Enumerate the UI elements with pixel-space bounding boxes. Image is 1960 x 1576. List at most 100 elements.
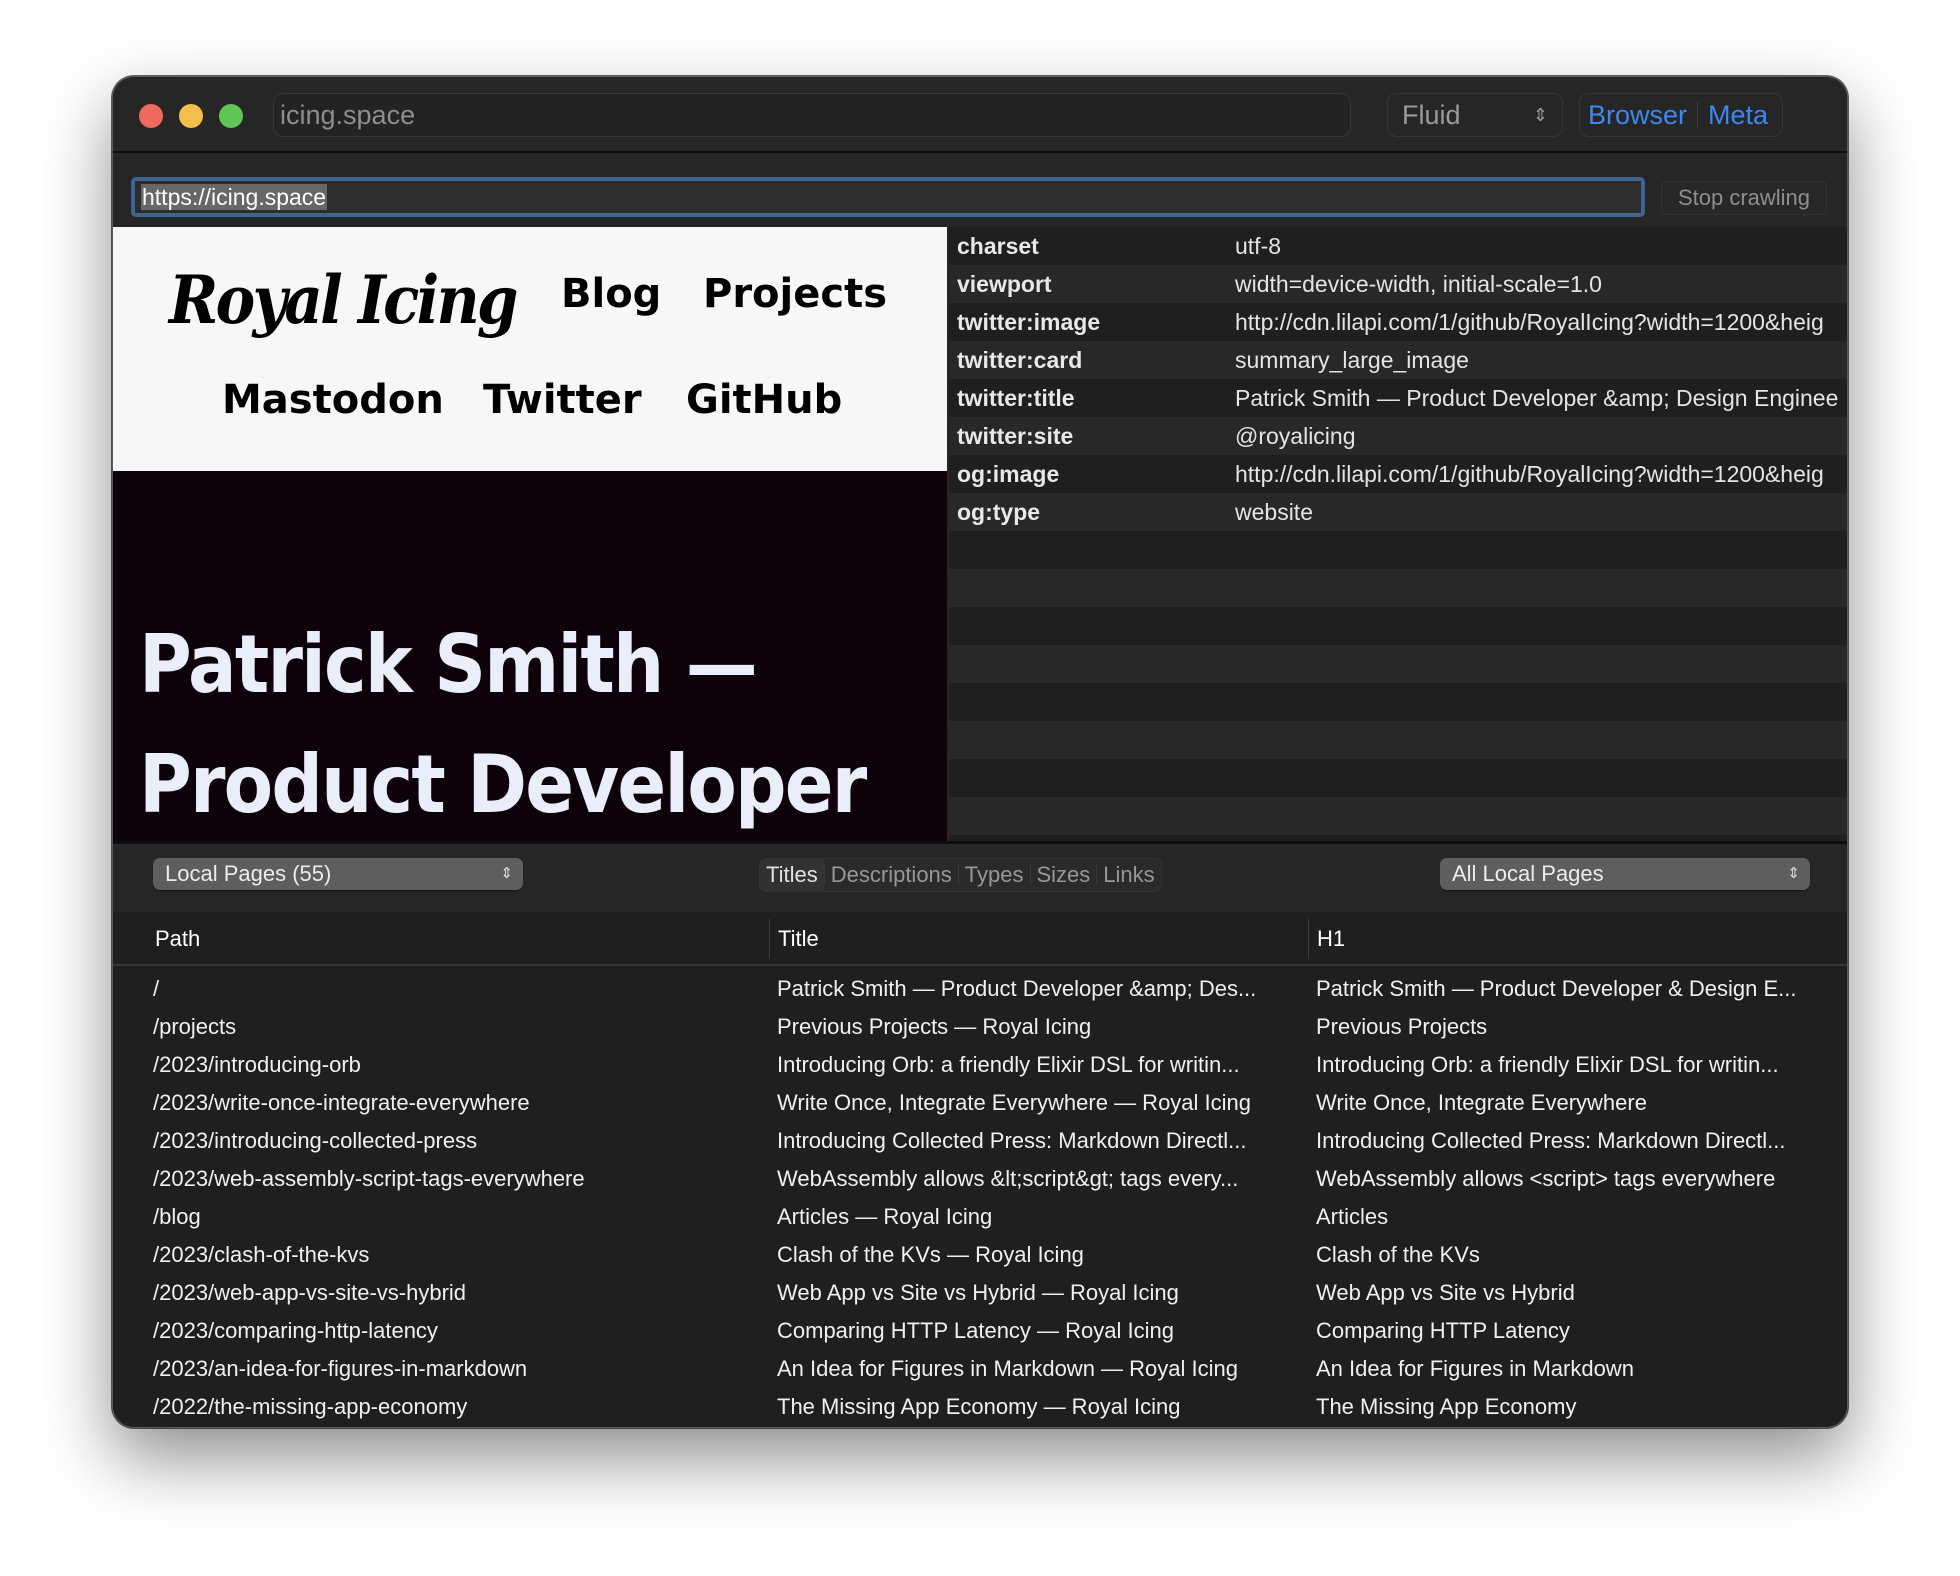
pages-select[interactable]: Local Pages (55) ⇕ xyxy=(153,858,523,890)
tab-sizes[interactable]: Sizes xyxy=(1031,859,1097,891)
meta-table: charset utf-8 viewport width=device-width, … xyxy=(949,227,1847,841)
meta-row[interactable] xyxy=(949,797,1847,835)
meta-row[interactable]: charset utf-8 xyxy=(949,227,1847,265)
table-row[interactable]: /2023/web-assembly-script-tags-everywher… xyxy=(113,1160,1847,1198)
meta-row[interactable] xyxy=(949,531,1847,569)
table-row[interactable]: /blog Articles — Royal Icing Articles xyxy=(113,1198,1847,1236)
path-cell: /2023/comparing-http-latency xyxy=(153,1318,438,1343)
tab-descriptions[interactable]: Descriptions xyxy=(825,859,958,891)
browser-preview: Royal Icing Blog Projects Mastodon Twitt… xyxy=(113,227,947,841)
tab-links[interactable]: Links xyxy=(1097,859,1160,891)
h1-cell: Web App vs Site vs Hybrid xyxy=(1316,1280,1575,1305)
nav-link-blog[interactable]: Blog xyxy=(561,271,661,317)
nav-link-projects[interactable]: Projects xyxy=(703,271,887,317)
meta-row[interactable]: og:image http://cdn.lilapi.com/1/github/R… xyxy=(949,455,1847,493)
pages-select-value: Local Pages (55) xyxy=(165,861,332,886)
zoom-window-button[interactable] xyxy=(219,104,243,128)
meta-row[interactable] xyxy=(949,759,1847,797)
h1-cell: Clash of the KVs xyxy=(1316,1242,1480,1267)
meta-row[interactable]: og:type website xyxy=(949,493,1847,531)
title-cell: Patrick Smith — Product Developer &amp; … xyxy=(777,976,1257,1001)
meta-row[interactable] xyxy=(949,607,1847,645)
tab-titles[interactable]: Titles xyxy=(760,859,824,891)
layout-select[interactable]: Fluid ⇕ xyxy=(1387,93,1563,137)
table-row[interactable]: /2023/an-idea-for-figures-in-markdown An … xyxy=(113,1350,1847,1388)
h1-cell: Introducing Collected Press: Markdown Di… xyxy=(1316,1128,1786,1153)
meta-row[interactable]: twitter:title Patrick Smith — Product Dev… xyxy=(949,379,1847,417)
meta-row[interactable] xyxy=(949,569,1847,607)
meta-row[interactable]: twitter:site @royalicing xyxy=(949,417,1847,455)
table-row[interactable]: /2023/comparing-http-latency Comparing HT… xyxy=(113,1312,1847,1350)
meta-row[interactable] xyxy=(949,683,1847,721)
title-cell: Articles — Royal Icing xyxy=(777,1204,993,1229)
title-cell: An Idea for Figures in Markdown — Royal … xyxy=(777,1356,1238,1381)
title-cell: Write Once, Integrate Everywhere — Royal… xyxy=(777,1090,1252,1115)
pages-table: Path Title H1 / Patrick Smith — Product D… xyxy=(113,912,1847,1427)
table-row[interactable]: /2023/write-once-integrate-everywhere Wri… xyxy=(113,1084,1847,1122)
path-cell: /2023/web-app-vs-site-vs-hybrid xyxy=(153,1280,467,1305)
site-logo[interactable]: Royal Icing xyxy=(169,261,518,339)
table-row[interactable]: /2023/introducing-orb Introducing Orb: a … xyxy=(113,1046,1847,1084)
h1-cell: Introducing Orb: a friendly Elixir DSL f… xyxy=(1316,1052,1779,1077)
meta-value: http://cdn.lilapi.com/1/github/RoyalIcin… xyxy=(1235,308,1824,335)
title-cell: Web App vs Site vs Hybrid — Royal Icing xyxy=(777,1280,1179,1305)
meta-key: og:type xyxy=(957,498,1041,525)
path-cell: /projects xyxy=(153,1014,237,1039)
stop-crawling-button[interactable]: Stop crawling xyxy=(1661,181,1827,215)
column-header-title[interactable]: Title xyxy=(769,919,819,959)
segment-divider xyxy=(1697,102,1699,128)
nav-link-twitter[interactable]: Twitter xyxy=(483,377,642,423)
filter-select-value: All Local Pages xyxy=(1452,861,1604,886)
table-row[interactable]: /2023/web-app-vs-site-vs-hybrid Web App v… xyxy=(113,1274,1847,1312)
column-header-h1[interactable]: H1 xyxy=(1308,919,1345,959)
path-cell: /2023/an-idea-for-figures-in-markdown xyxy=(153,1356,528,1381)
nav-link-mastodon[interactable]: Mastodon xyxy=(222,377,444,423)
path-cell: /2023/introducing-orb xyxy=(153,1052,361,1077)
meta-row[interactable]: twitter:image http://cdn.lilapi.com/1/git… xyxy=(949,303,1847,341)
site-title-field[interactable]: icing.space xyxy=(273,93,1351,137)
close-window-button[interactable] xyxy=(139,104,163,128)
h1-cell: Articles xyxy=(1316,1204,1389,1229)
title-cell: Introducing Collected Press: Markdown Di… xyxy=(777,1128,1247,1153)
app-window: icing.space Fluid ⇕ Browser Meta https:/… xyxy=(112,76,1848,1428)
meta-row[interactable]: viewport width=device-width, initial-scal… xyxy=(949,265,1847,303)
meta-value: utf-8 xyxy=(1235,232,1282,259)
column-header-path[interactable]: Path xyxy=(147,912,200,966)
hero-heading: Patrick Smith — Product Developer xyxy=(139,605,867,841)
meta-key: twitter:title xyxy=(957,384,1075,411)
title-cell: Clash of the KVs — Royal Icing xyxy=(777,1242,1084,1267)
layout-select-value: Fluid xyxy=(1402,100,1461,130)
browser-tab[interactable]: Browser xyxy=(1588,100,1687,131)
path-cell: /2023/write-once-integrate-everywhere xyxy=(153,1090,530,1115)
title-cell: Introducing Orb: a friendly Elixir DSL f… xyxy=(777,1052,1240,1077)
filter-select[interactable]: All Local Pages ⇕ xyxy=(1440,858,1810,890)
table-row[interactable]: /projects Previous Projects — Royal Icing… xyxy=(113,1008,1847,1046)
nav-link-github[interactable]: GitHub xyxy=(686,377,842,423)
path-cell: /2022/the-missing-app-economy xyxy=(153,1394,468,1419)
table-row[interactable]: / Patrick Smith — Product Developer &amp;… xyxy=(113,970,1847,1008)
h1-cell: Write Once, Integrate Everywhere xyxy=(1316,1090,1647,1115)
url-input-value: https://icing.space xyxy=(141,184,328,210)
table-row[interactable]: /2023/introducing-collected-press Introdu… xyxy=(113,1122,1847,1160)
url-input[interactable]: https://icing.space xyxy=(131,177,1645,217)
meta-key: twitter:image xyxy=(957,308,1101,335)
meta-tab[interactable]: Meta xyxy=(1708,100,1768,131)
title-cell: The Missing App Economy — Royal Icing xyxy=(777,1394,1181,1419)
h1-cell: Previous Projects xyxy=(1316,1014,1488,1039)
meta-row[interactable]: twitter:card summary_large_image xyxy=(949,341,1847,379)
meta-row[interactable] xyxy=(949,645,1847,683)
table-row[interactable]: /2022/the-missing-app-economy The Missing… xyxy=(113,1388,1847,1426)
meta-value: website xyxy=(1235,498,1313,525)
table-row[interactable]: /2023/clash-of-the-kvs Clash of the KVs —… xyxy=(113,1236,1847,1274)
chevron-up-down-icon: ⇕ xyxy=(1787,865,1800,882)
meta-key: viewport xyxy=(957,270,1052,297)
meta-row[interactable] xyxy=(949,721,1847,759)
h1-cell: WebAssembly allows <script> tags everywh… xyxy=(1316,1166,1776,1191)
title-bar: icing.space Fluid ⇕ Browser Meta xyxy=(113,77,1847,153)
path-cell: /blog xyxy=(153,1204,201,1229)
columns-segmented-control: Titles Descriptions Types Sizes Links xyxy=(759,858,1162,892)
tab-types[interactable]: Types xyxy=(959,859,1030,891)
url-toolbar: https://icing.space Stop crawling xyxy=(113,155,1847,223)
site-header: Royal Icing Blog Projects Mastodon Twitt… xyxy=(113,227,947,471)
minimize-window-button[interactable] xyxy=(179,104,203,128)
